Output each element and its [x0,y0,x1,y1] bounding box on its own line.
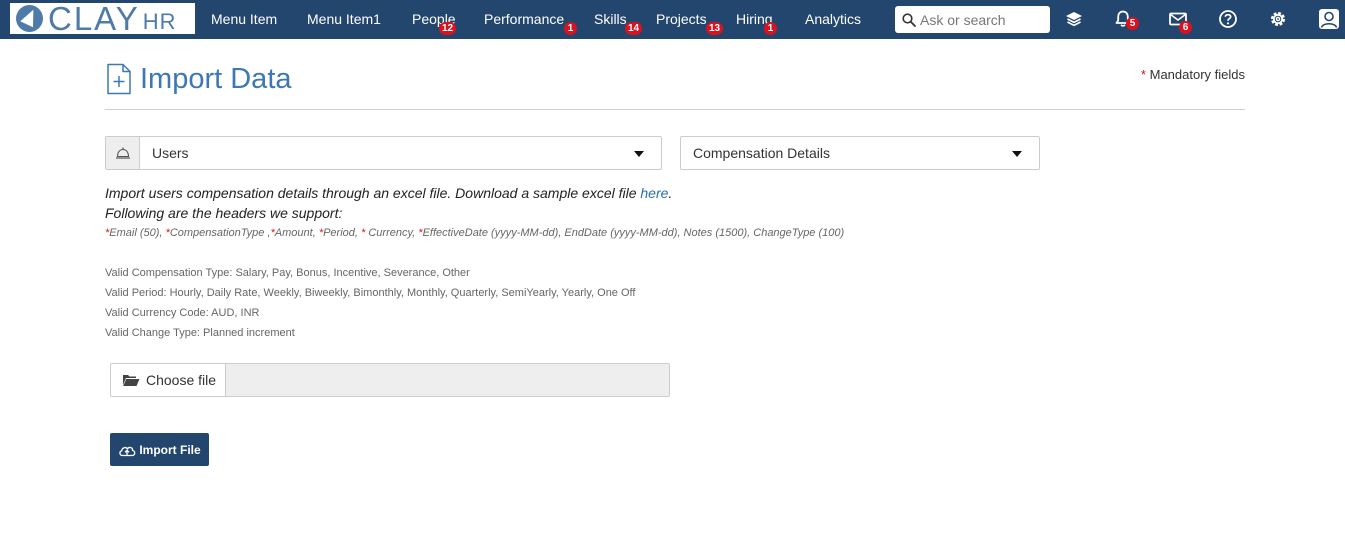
folder-open-icon [123,375,140,386]
page-title: Import Data [140,63,292,95]
nav-item-label: Skills [594,11,627,27]
instructions-suffix: . [668,185,673,201]
search-icon [902,12,916,27]
header-field: Period, [323,227,362,239]
chevron-down-icon [1012,151,1022,157]
performance-count-badge: 1 [564,22,577,35]
valid-currency-codes: Valid Currency Code: AUD, INR [105,307,260,319]
nav-item-menu-item1[interactable]: Menu Item1 [307,0,381,39]
file-picker: Choose file [110,363,670,397]
nav-item-label: Menu Item1 [307,11,381,27]
user-avatar-icon[interactable] [1318,8,1340,30]
entity-select-addon [106,137,140,169]
header-divider [105,109,1245,110]
nav-item-projects[interactable]: Projects [656,0,707,39]
import-instructions: Import users compensation details throug… [105,185,672,201]
header-field: Amount, [274,227,319,239]
service-bell-icon [115,147,130,159]
messages-count-badge: 6 [1179,21,1192,34]
header-field: Email (50), [109,227,166,239]
logo-suffix: HR [142,8,177,34]
valid-periods: Valid Period: Hourly, Daily Rate, Weekly… [105,287,636,299]
mandatory-fields-note: * Mandatory fields [1141,67,1245,82]
projects-count-badge: 13 [706,22,724,35]
valid-compensation-types: Valid Compensation Type: Salary, Pay, Bo… [105,267,470,279]
header-field: EffectiveDate (yyyy-MM-dd), EndDate (yyy… [422,227,845,239]
nav-item-performance[interactable]: Performance [484,0,564,39]
search-input[interactable] [920,11,1045,28]
entity-select-value: Users [152,145,189,161]
import-file-button[interactable]: Import File [110,433,209,466]
logo-mark-icon [16,5,43,32]
nav-item-label: Projects [656,11,707,27]
layers-icon[interactable] [1064,9,1084,29]
valid-change-types: Valid Change Type: Planned increment [105,327,295,339]
top-navbar: CLAY HR Menu Item Menu Item1 People 12 P… [0,0,1345,39]
chevron-down-icon [634,151,644,157]
nav-item-skills[interactable]: Skills [594,0,627,39]
mandatory-fields-label: Mandatory fields [1149,67,1245,82]
choose-file-label: Choose file [146,372,217,388]
hiring-count-badge: 1 [764,22,777,35]
entity-select[interactable]: Users [105,136,662,170]
import-file-label: Import File [139,442,201,457]
header-field: Currency, [365,227,419,239]
page-header: Import Data [106,61,292,97]
nav-item-label: Performance [484,11,565,27]
selected-file-field[interactable] [225,363,670,397]
nav-item-analytics[interactable]: Analytics [805,0,861,39]
skills-count-badge: 14 [625,22,643,35]
file-add-icon [107,63,131,95]
choose-file-button[interactable]: Choose file [110,363,226,397]
help-icon[interactable] [1218,9,1238,29]
sample-file-link[interactable]: here [640,185,668,201]
import-type-select-value: Compensation Details [693,145,830,161]
header-field: CompensationType , [169,227,271,239]
nav-item-menu-item[interactable]: Menu Item [211,0,277,39]
logo-text: CLAY [48,0,140,37]
nav-item-label: Analytics [805,11,862,27]
headers-intro: Following are the headers we support: [105,205,343,221]
instructions-text: Import users compensation details throug… [105,185,641,201]
notifications-count-badge: 5 [1126,17,1139,30]
clayhr-logo[interactable]: CLAY HR [10,0,195,37]
people-count-badge: 12 [439,22,457,35]
global-search[interactable] [895,6,1050,33]
supported-headers: *Email (50), *CompensationType ,*Amount,… [105,227,844,239]
gear-icon[interactable] [1268,9,1288,29]
nav-item-label: Menu Item [211,11,278,27]
required-star: * [1140,67,1146,82]
import-type-select[interactable]: Compensation Details [680,136,1040,170]
cloud-upload-icon [119,446,136,456]
